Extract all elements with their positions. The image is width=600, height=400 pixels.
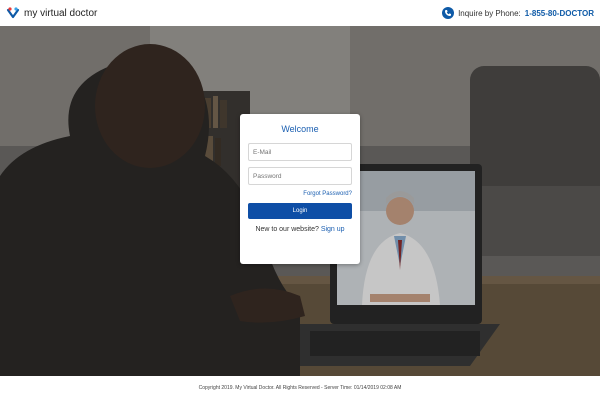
- hero-background-image: Welcome Forgot Password? Login New to ou…: [0, 26, 600, 376]
- site-header: my virtual doctor Inquire by Phone: 1-85…: [0, 0, 600, 26]
- logo-icon: [6, 6, 20, 20]
- new-user-prompt: New to our website?: [255, 226, 319, 233]
- copyright-text: Copyright 2019. My Virtual Doctor. All R…: [198, 385, 402, 391]
- signup-row: New to our website? Sign up: [248, 226, 352, 233]
- forgot-password-link[interactable]: Forgot Password?: [248, 191, 352, 197]
- signup-link[interactable]: Sign up: [321, 226, 345, 233]
- inquire-label: Inquire by Phone:: [458, 8, 521, 18]
- brand-name: my virtual doctor: [24, 7, 98, 19]
- phone-contact: Inquire by Phone: 1-855-80-DOCTOR: [442, 7, 594, 19]
- password-field[interactable]: [248, 167, 352, 185]
- site-footer: Copyright 2019. My Virtual Doctor. All R…: [0, 376, 600, 400]
- email-field[interactable]: [248, 143, 352, 161]
- login-button[interactable]: Login: [248, 203, 352, 219]
- phone-number-link[interactable]: 1-855-80-DOCTOR: [525, 9, 594, 18]
- login-card: Welcome Forgot Password? Login New to ou…: [240, 114, 360, 264]
- login-title: Welcome: [281, 124, 319, 134]
- phone-icon: [442, 7, 455, 19]
- brand[interactable]: my virtual doctor: [6, 6, 97, 20]
